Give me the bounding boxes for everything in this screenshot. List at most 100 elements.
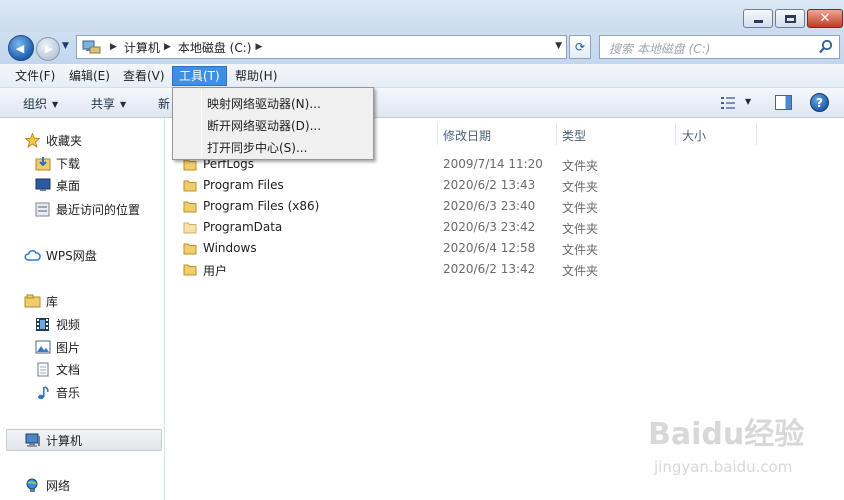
folder-icon — [183, 243, 197, 255]
menu-tools[interactable]: 工具(T) — [172, 66, 227, 86]
file-row[interactable]: Windows 2020/6/4 12:58 文件夹 — [166, 238, 844, 259]
nav-favorites-label: 收藏夹 — [46, 133, 83, 148]
search-input[interactable]: 搜索 本地磁盘 (C:) — [599, 35, 840, 59]
forward-button[interactable]: ▶ — [36, 37, 60, 61]
network-icon — [24, 478, 41, 493]
file-date: 2020/6/2 13:43 — [443, 178, 536, 192]
libraries-icon — [24, 294, 41, 309]
nav-desktop-label: 桌面 — [56, 178, 81, 193]
nav-desktop[interactable]: 桌面 — [34, 175, 80, 195]
share-button[interactable]: 共享 ▼ — [91, 95, 126, 112]
back-button[interactable]: ◀ — [8, 35, 34, 61]
minimize-icon — [744, 10, 772, 27]
nav-favorites[interactable]: 收藏夹 — [24, 130, 82, 150]
column-divider[interactable] — [756, 123, 757, 145]
menu-view[interactable]: 查看(V) — [117, 66, 171, 86]
file-date: 2020/6/2 13:42 — [443, 262, 536, 276]
file-row[interactable]: 用户 2020/6/2 13:42 文件夹 — [166, 259, 844, 280]
help-icon[interactable]: ? — [810, 93, 829, 112]
view-options-icon[interactable] — [720, 96, 736, 110]
back-arrow-icon: ◀ — [15, 41, 25, 55]
nav-videos[interactable]: 视频 — [34, 314, 80, 334]
nav-pictures[interactable]: 图片 — [34, 337, 80, 357]
organize-label: 组织 — [23, 97, 48, 111]
navigation-bar: ◀ ▶ ▼ ▶ 计算机 ▶ 本地磁盘 (C:) ▶ ▼ ⟳ 搜索 本地磁盘 (C… — [0, 32, 844, 64]
nav-computer-label: 计算机 — [46, 433, 83, 448]
column-size[interactable]: 大小 — [682, 127, 706, 144]
nav-documents-label: 文档 — [56, 362, 81, 377]
menu-item-map-network-drive[interactable]: 映射网络驱动器(N)... — [207, 95, 321, 112]
close-icon: ✕ — [819, 11, 831, 26]
nav-computer[interactable]: 计算机 — [24, 430, 82, 450]
picture-icon — [34, 340, 51, 355]
navigation-pane: 收藏夹 下载 桌面 最近访问的位置 WPS网盘 库 视频 图片 文档 音乐 计算… — [0, 118, 165, 500]
computer-icon — [24, 433, 41, 448]
title-bar: ✕ — [0, 0, 844, 32]
column-date-modified[interactable]: 修改日期 — [443, 127, 491, 144]
nav-libraries[interactable]: 库 — [24, 291, 58, 311]
close-button[interactable]: ✕ — [807, 9, 843, 28]
file-type: 文件夹 — [562, 201, 599, 215]
file-type: 文件夹 — [562, 222, 599, 236]
menu-file[interactable]: 文件(F) — [9, 66, 61, 86]
file-date: 2020/6/4 12:58 — [443, 241, 536, 255]
baidu-jingyan-watermark: Baidu经验 jingyan.baidu.com — [648, 417, 804, 476]
breadcrumb-separator-icon[interactable]: ▶ — [255, 42, 262, 52]
preview-pane-icon[interactable] — [775, 95, 792, 110]
menu-item-open-sync-center[interactable]: 打开同步中心(S)... — [207, 139, 307, 156]
organize-button[interactable]: 组织 ▼ — [23, 95, 58, 112]
computer-location-icon — [80, 39, 102, 55]
cloud-icon — [24, 248, 41, 263]
menu-edit[interactable]: 编辑(E) — [63, 66, 116, 86]
search-icon[interactable] — [818, 39, 834, 55]
breadcrumb-local-disk[interactable]: 本地磁盘 (C:) — [178, 39, 252, 56]
file-row[interactable]: Program Files 2020/6/2 13:43 文件夹 — [166, 175, 844, 196]
music-note-icon — [34, 385, 51, 400]
recent-pages-dropdown-icon[interactable]: ▼ — [62, 41, 69, 51]
menu-item-disconnect-network-drive[interactable]: 断开网络驱动器(D)... — [207, 117, 321, 134]
file-row[interactable]: Program Files (x86) 2020/6/3 23:40 文件夹 — [166, 196, 844, 217]
address-bar[interactable]: ▶ 计算机 ▶ 本地磁盘 (C:) ▶ ▼ — [76, 35, 567, 59]
command-bar: 组织 ▼ 共享 ▼ 新 ▼ ? — [0, 88, 844, 118]
watermark-url: jingyan.baidu.com — [653, 458, 792, 476]
file-date: 2020/6/3 23:42 — [443, 220, 536, 234]
folder-icon — [183, 264, 197, 276]
view-dropdown-icon[interactable]: ▼ — [745, 97, 751, 106]
file-name: 用户 — [203, 264, 228, 278]
menu-icon-gutter — [201, 90, 202, 157]
column-divider[interactable] — [556, 123, 557, 145]
nav-documents[interactable]: 文档 — [34, 359, 80, 379]
breadcrumb-separator-icon[interactable]: ▶ — [164, 42, 171, 52]
forward-arrow-icon: ▶ — [45, 43, 53, 55]
nav-videos-label: 视频 — [56, 317, 81, 332]
file-name: Program Files — [203, 178, 284, 192]
refresh-button[interactable]: ⟳ — [569, 35, 591, 59]
nav-wps-cloud[interactable]: WPS网盘 — [24, 245, 97, 265]
maximize-button[interactable] — [775, 9, 805, 28]
menu-help[interactable]: 帮助(H) — [229, 66, 283, 86]
desktop-icon — [34, 178, 51, 193]
tools-dropdown-menu: 映射网络驱动器(N)... 断开网络驱动器(D)... 打开同步中心(S)... — [172, 87, 374, 160]
breadcrumb-separator-icon[interactable]: ▶ — [110, 42, 117, 52]
column-type[interactable]: 类型 — [562, 127, 586, 144]
column-divider[interactable] — [437, 123, 438, 145]
menu-bar: 文件(F) 编辑(E) 查看(V) 工具(T) 帮助(H) — [0, 64, 844, 88]
nav-downloads[interactable]: 下载 — [34, 153, 80, 173]
nav-music[interactable]: 音乐 — [34, 382, 80, 402]
nav-network-label: 网络 — [46, 478, 71, 493]
file-row[interactable]: ProgramData 2020/6/3 23:42 文件夹 — [166, 217, 844, 238]
minimize-button[interactable] — [743, 9, 773, 28]
breadcrumb-computer[interactable]: 计算机 — [124, 39, 160, 56]
address-dropdown-icon[interactable]: ▼ — [555, 41, 562, 51]
file-name: Program Files (x86) — [203, 199, 320, 213]
nav-music-label: 音乐 — [56, 385, 81, 400]
nav-downloads-label: 下载 — [56, 156, 81, 171]
nav-network[interactable]: 网络 — [24, 475, 70, 495]
refresh-icon: ⟳ — [574, 40, 586, 54]
nav-pictures-label: 图片 — [56, 340, 81, 355]
nav-recent-places[interactable]: 最近访问的位置 — [34, 199, 140, 219]
file-type: 文件夹 — [562, 159, 599, 173]
new-folder-button[interactable]: 新 — [158, 95, 170, 112]
column-divider[interactable] — [675, 123, 676, 145]
chevron-down-icon: ▼ — [52, 100, 59, 109]
